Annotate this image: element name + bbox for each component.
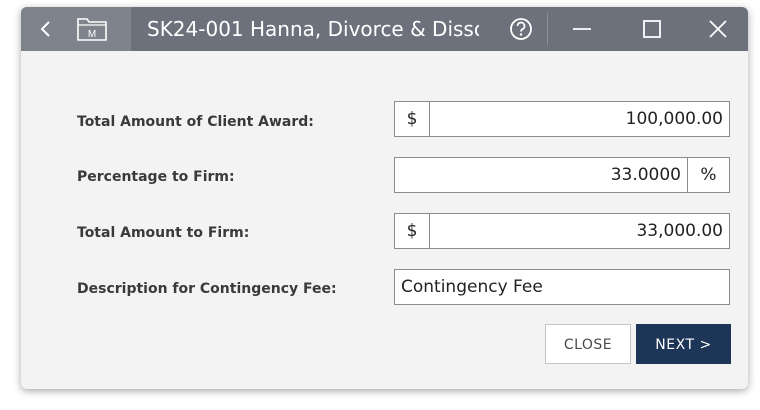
title-bar[interactable]: M SK24-001 Hanna, Divorce & Dissolution — [21, 7, 748, 51]
title-bar-divider — [547, 13, 548, 45]
window-close-button[interactable] — [698, 14, 738, 44]
close-icon — [709, 20, 727, 38]
window-title: SK24-001 Hanna, Divorce & Dissolution — [147, 17, 479, 41]
matter-icon-letter: M — [88, 29, 96, 40]
description-value: Contingency Fee — [401, 277, 543, 297]
client-award-input[interactable]: $ 100,000.00 — [394, 101, 730, 137]
percentage-label: Percentage to Firm: — [77, 169, 235, 185]
minimize-button[interactable] — [562, 14, 602, 44]
description-input[interactable]: Contingency Fee — [394, 269, 730, 305]
folder-m-icon: M — [77, 18, 107, 41]
percentage-input[interactable]: 33.0000 % — [394, 157, 730, 193]
next-button[interactable]: NEXT > — [636, 324, 731, 364]
matter-button[interactable]: M — [75, 14, 111, 44]
back-button[interactable] — [31, 14, 61, 44]
description-label: Description for Contingency Fee: — [77, 281, 337, 297]
client-award-currency-prefix: $ — [395, 102, 430, 136]
firm-amount-value: 33,000.00 — [636, 221, 723, 241]
firm-amount-input[interactable]: $ 33,000.00 — [394, 213, 730, 249]
client-award-value: 100,000.00 — [625, 109, 723, 129]
client-award-label: Total Amount of Client Award: — [77, 114, 314, 130]
help-button[interactable] — [506, 14, 536, 44]
firm-amount-label: Total Amount to Firm: — [77, 225, 250, 241]
percentage-value: 33.0000 — [610, 165, 681, 185]
maximize-button[interactable] — [632, 14, 672, 44]
maximize-icon — [643, 20, 661, 38]
question-circle-icon — [510, 18, 532, 40]
close-button[interactable]: CLOSE — [545, 324, 631, 364]
percentage-suffix: % — [687, 158, 729, 192]
contingency-fee-dialog: M SK24-001 Hanna, Divorce & Dissolution — [21, 7, 748, 389]
firm-amount-currency-prefix: $ — [395, 214, 430, 248]
chevron-left-icon — [40, 21, 50, 37]
minimize-icon — [573, 28, 591, 30]
